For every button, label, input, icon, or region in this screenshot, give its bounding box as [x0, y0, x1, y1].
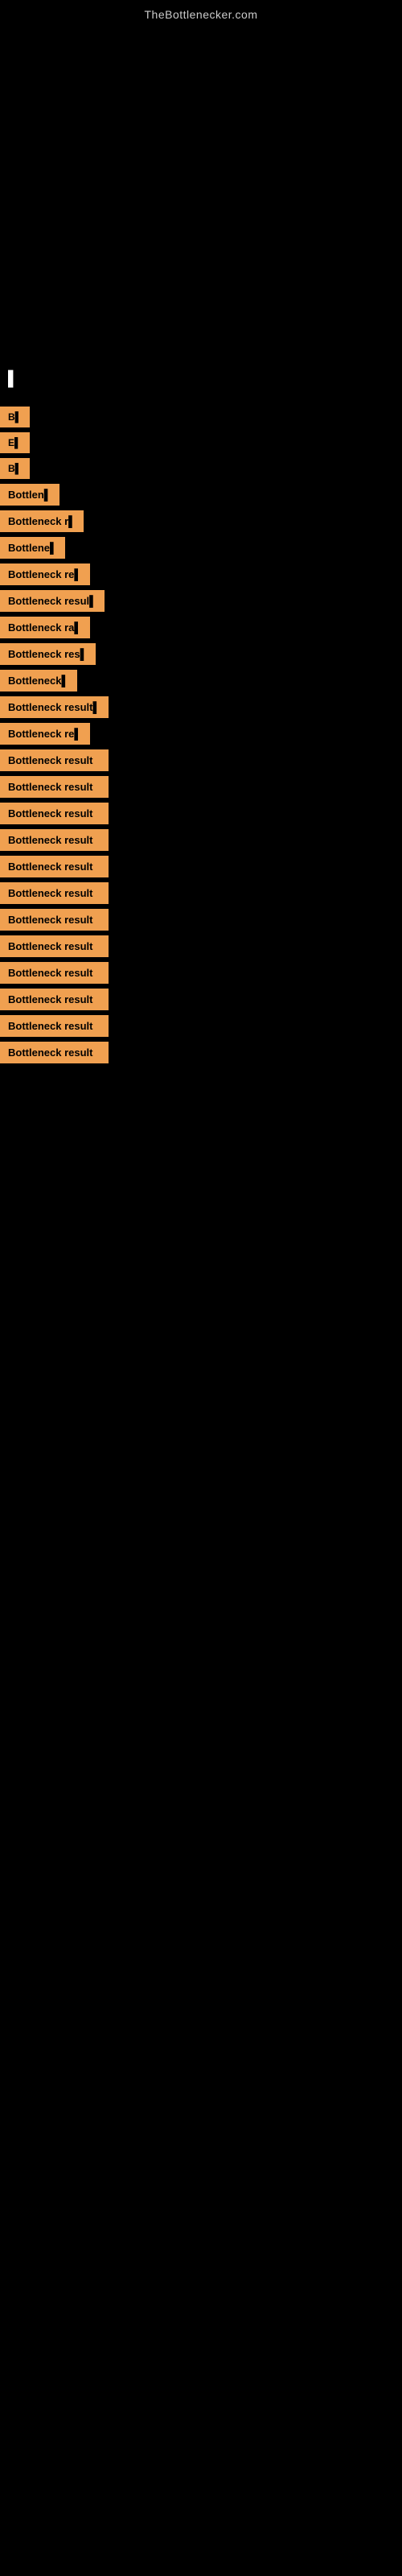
bottleneck-label[interactable]: Bottlen▌	[0, 484, 59, 506]
bottleneck-row: Bottleneck re▌	[0, 564, 402, 585]
bottleneck-row: Bottleneck r▌	[0, 510, 402, 532]
bottleneck-label[interactable]: Bottleneck result	[0, 962, 109, 984]
bottleneck-label[interactable]: Bottleneck result▌	[0, 696, 109, 718]
bottleneck-label[interactable]: Bottleneck r▌	[0, 510, 84, 532]
bottleneck-row: Bottleneck result	[0, 909, 402, 931]
bottleneck-label[interactable]: Bottleneck result	[0, 1042, 109, 1063]
bottleneck-row: Bottleneck ra▌	[0, 617, 402, 638]
bottleneck-label[interactable]: Bottleneck resul▌	[0, 590, 105, 612]
bottleneck-label[interactable]: Bottleneck result	[0, 856, 109, 877]
bottleneck-row: Bottleneck result	[0, 935, 402, 957]
bottleneck-label[interactable]: Bottleneck result	[0, 1015, 109, 1037]
bottleneck-label[interactable]: Bottleneck result	[0, 989, 109, 1010]
bottleneck-label[interactable]: Bottleneck ra▌	[0, 617, 90, 638]
bottleneck-label[interactable]: Bottleneck result	[0, 803, 109, 824]
bottleneck-row: Bottleneck re▌	[0, 723, 402, 745]
bottleneck-label[interactable]: E▌	[0, 432, 30, 453]
bottleneck-label[interactable]: Bottlene▌	[0, 537, 65, 559]
bottleneck-label[interactable]: Bottleneck re▌	[0, 723, 90, 745]
bottleneck-row: Bottleneck result	[0, 829, 402, 851]
bottleneck-label[interactable]: Bottleneck result	[0, 776, 109, 798]
bottleneck-label[interactable]: Bottleneck result	[0, 935, 109, 957]
bottleneck-row: B▌	[0, 407, 402, 427]
bottleneck-row: Bottlene▌	[0, 537, 402, 559]
bottleneck-row: E▌	[0, 432, 402, 453]
bottleneck-label[interactable]: Bottleneck result	[0, 882, 109, 904]
bottleneck-row: Bottleneck result	[0, 856, 402, 877]
bottleneck-label[interactable]: Bottleneck result	[0, 829, 109, 851]
bottleneck-row: Bottleneck resul▌	[0, 590, 402, 612]
bottleneck-row: Bottleneck result	[0, 882, 402, 904]
bottleneck-row: Bottleneck result	[0, 989, 402, 1010]
bottleneck-label[interactable]: B▌	[0, 458, 30, 479]
bottleneck-row: Bottleneck res▌	[0, 643, 402, 665]
bottleneck-row: Bottleneck result	[0, 776, 402, 798]
bottleneck-label[interactable]: Bottleneck res▌	[0, 643, 96, 665]
bottleneck-row: Bottleneck result	[0, 1042, 402, 1063]
top-black-area	[0, 26, 402, 364]
bottleneck-row: Bottleneck result	[0, 749, 402, 771]
bottleneck-row: Bottleneck result	[0, 803, 402, 824]
bottleneck-label[interactable]: B▌	[0, 407, 30, 427]
bottleneck-row: B▌	[0, 458, 402, 479]
bottleneck-label[interactable]: Bottleneck▌	[0, 670, 77, 691]
rows-container: B▌ E▌ B▌ Bottlen▌ Bottleneck r▌ Bottlene▌ Bott…	[0, 394, 402, 1063]
site-title-bar: TheBottlenecker.com	[0, 0, 402, 26]
site-title: TheBottlenecker.com	[0, 0, 402, 26]
bottleneck-label[interactable]: Bottleneck result	[0, 909, 109, 931]
bottleneck-row: Bottleneck result	[0, 1015, 402, 1037]
bottleneck-row: Bottlen▌	[0, 484, 402, 506]
bottleneck-label[interactable]: Bottleneck re▌	[0, 564, 90, 585]
header-label: ▌	[0, 364, 402, 394]
bottleneck-row: Bottleneck result▌	[0, 696, 402, 718]
bottleneck-row: Bottleneck▌	[0, 670, 402, 691]
bottleneck-label[interactable]: Bottleneck result	[0, 749, 109, 771]
bottleneck-row: Bottleneck result	[0, 962, 402, 984]
